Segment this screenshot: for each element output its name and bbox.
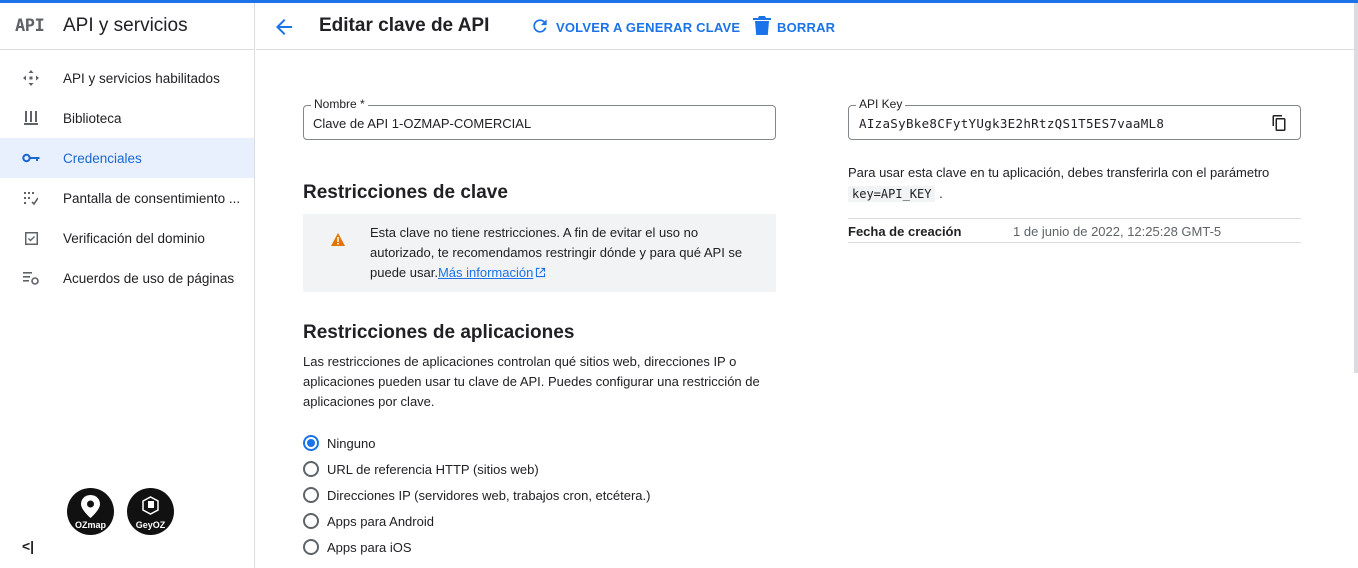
sidebar: API API y servicios API y servicios habi… (0, 3, 255, 568)
key-restrictions-heading: Restricciones de clave (303, 182, 508, 203)
api-key-value[interactable]: AIzaSyBke8CFytYUgk3E2hRtzQS1T5ES7vaaML8 (859, 116, 1164, 131)
consent-icon (22, 190, 40, 206)
sidebar-item-library[interactable]: Biblioteca (0, 98, 254, 138)
radio-button[interactable] (303, 539, 319, 555)
sidebar-item-credentials[interactable]: Credenciales (0, 138, 254, 178)
sidebar-item-label: Verificación del dominio (63, 230, 205, 246)
trash-icon (753, 16, 771, 39)
ozmap-logo[interactable]: OZmap (67, 488, 114, 535)
radio-label: Apps para Android (327, 513, 434, 529)
sidebar-title: API y servicios (63, 15, 188, 36)
delete-label: BORRAR (777, 20, 836, 35)
radio-option-http-referrer[interactable]: URL de referencia HTTP (sitios web) (303, 456, 650, 482)
usage-suffix: . (939, 186, 943, 201)
sidebar-item-label: Biblioteca (63, 110, 122, 126)
sidebar-item-label: Pantalla de consentimiento ... (63, 190, 241, 206)
app-restrictions-radio-group: Ninguno URL de referencia HTTP (sitios w… (303, 430, 650, 560)
creation-date-label: Fecha de creación (848, 224, 962, 239)
creation-date-value: 1 de junio de 2022, 12:25:28 GMT-5 (1013, 224, 1222, 239)
sidebar-item-label: Acuerdos de uso de páginas (63, 270, 235, 286)
learn-more-link[interactable]: Más información (438, 265, 546, 280)
usage-message: Para usar esta clave en tu aplicación, d… (848, 165, 1270, 180)
api-key-label: API Key (856, 97, 906, 111)
radio-option-ip-addresses[interactable]: Direcciones IP (servidores web, trabajos… (303, 482, 650, 508)
name-input[interactable] (313, 116, 753, 131)
radio-button[interactable] (303, 513, 319, 529)
key-icon (22, 150, 40, 166)
regenerate-key-button[interactable]: VOLVER A GENERAR CLAVE (530, 16, 740, 39)
sidebar-item-label: API y servicios habilitados (63, 70, 220, 86)
scrollbar-thumb[interactable] (1354, 3, 1358, 373)
sidebar-header: API API y servicios (0, 3, 254, 50)
collapse-sidebar-button[interactable]: <| (22, 538, 34, 554)
radio-button[interactable] (303, 461, 319, 477)
page-scrollbar[interactable] (1354, 3, 1358, 568)
geyoz-logo[interactable]: GeyOZ (127, 488, 174, 535)
name-field-label: Nombre * (311, 97, 368, 111)
radio-label: Direcciones IP (servidores web, trabajos… (327, 487, 651, 503)
radio-button[interactable] (303, 435, 319, 451)
unrestricted-warning: Esta clave no tiene restricciones. A fin… (303, 214, 776, 292)
sidebar-item-page-usage-agreements[interactable]: Acuerdos de uso de páginas (0, 258, 254, 298)
diamond-arrows-icon (22, 70, 40, 86)
page-header: Editar clave de API VOLVER A GENERAR CLA… (256, 3, 1354, 50)
name-field: Nombre * (303, 97, 776, 140)
sidebar-item-enabled-apis[interactable]: API y servicios habilitados (0, 58, 254, 98)
sidebar-item-consent-screen[interactable]: Pantalla de consentimiento ... (0, 178, 254, 218)
radio-button[interactable] (303, 487, 319, 503)
api-key-usage-text: Para usar esta clave en tu aplicación, d… (848, 162, 1308, 205)
external-link-icon (533, 265, 546, 280)
regenerate-key-label: VOLVER A GENERAR CLAVE (556, 20, 741, 35)
radio-option-android-apps[interactable]: Apps para Android (303, 508, 650, 534)
radio-option-none[interactable]: Ninguno (303, 430, 650, 456)
radio-label: URL de referencia HTTP (sitios web) (327, 461, 539, 477)
warning-text: Esta clave no tiene restricciones. A fin… (370, 223, 765, 283)
warning-message: Esta clave no tiene restricciones. A fin… (370, 225, 743, 280)
radio-label: Apps para iOS (327, 539, 412, 555)
learn-more-label: Más información (437, 265, 534, 280)
app-restrictions-heading: Restricciones de aplicaciones (303, 322, 575, 343)
radio-label: Ninguno (327, 435, 376, 451)
logo-label: OZmap (74, 520, 106, 530)
sidebar-nav: API y servicios habilitados Biblioteca C… (0, 58, 254, 298)
radio-option-ios-apps[interactable]: Apps para iOS (303, 534, 650, 560)
back-arrow-icon[interactable] (272, 15, 296, 39)
creation-date-row: Fecha de creación 1 de junio de 2022, 12… (848, 218, 1301, 243)
settings-list-icon (22, 270, 40, 286)
api-key-param: key=API_KEY (848, 186, 936, 202)
sidebar-item-domain-verification[interactable]: Verificación del dominio (0, 218, 254, 258)
copy-icon[interactable] (1272, 115, 1288, 131)
app-restrictions-description: Las restricciones de aplicaciones contro… (303, 354, 760, 409)
checkbox-icon (22, 230, 40, 246)
partner-logos: OZmap GeyOZ (67, 488, 174, 535)
library-icon (22, 110, 40, 126)
logo-label: GeyOZ (135, 520, 166, 530)
delete-button[interactable]: BORRAR (753, 16, 835, 39)
api-logo: API (15, 16, 45, 36)
warning-icon (331, 233, 345, 251)
sidebar-item-label: Credenciales (63, 150, 142, 166)
page-title: Editar clave de API (319, 15, 490, 36)
refresh-icon (530, 16, 550, 39)
api-key-field: API Key AIzaSyBke8CFytYUgk3E2hRtzQS1T5ES… (848, 97, 1301, 140)
